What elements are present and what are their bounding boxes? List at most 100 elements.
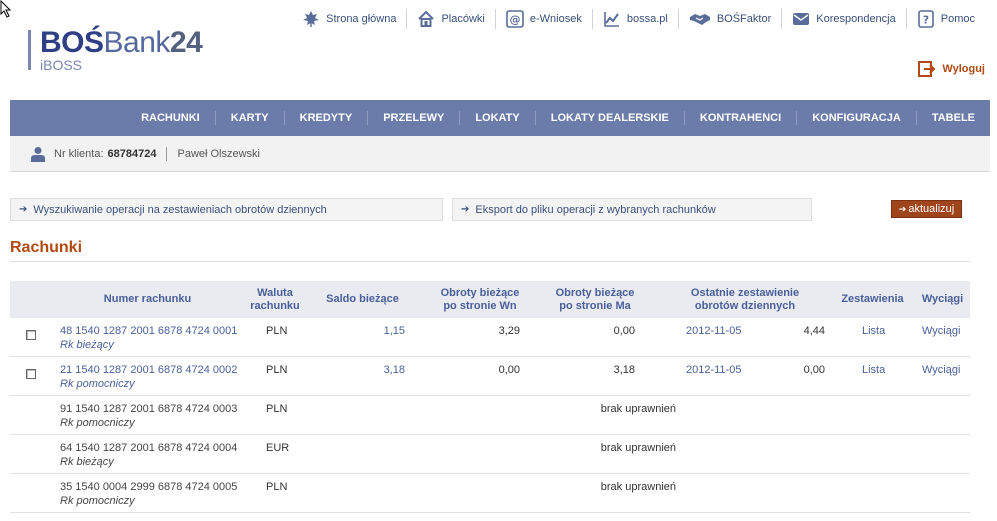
user-icon (31, 146, 45, 162)
table-header: Numer rachunku Waluta rachunku Saldo bież… (10, 281, 970, 318)
logo-bar (28, 30, 31, 70)
mouse-cursor-icon (0, 0, 12, 18)
table-row: 21 1540 1287 2001 6878 4724 0002 Rk pomo… (10, 357, 970, 396)
refresh-button[interactable]: ➔ aktualizuj (891, 200, 962, 218)
envelope-icon (793, 13, 810, 25)
separator (166, 146, 168, 161)
export-operations-link[interactable]: ➔ Eksport do pliku operacji z wybranych … (452, 198, 812, 221)
account-number: 35 1540 0004 2999 6878 4724 0005 (60, 481, 238, 493)
top-link-bossa[interactable]: bossa.pl (591, 9, 678, 29)
debit-turnover: 0,00 (498, 364, 520, 376)
svg-text:@: @ (509, 13, 520, 26)
client-name: Paweł Olszewski (177, 147, 261, 160)
refresh-label: aktualizuj (908, 203, 955, 215)
top-link-correspondence[interactable]: Korespondencja (781, 9, 906, 29)
statements-list-link[interactable]: Lista (862, 325, 885, 337)
no-permission-status: brak uprawnień (600, 403, 676, 415)
account-number: 64 1540 1287 2001 6878 4724 0004 (60, 442, 238, 454)
accounts-table: Numer rachunku Waluta rachunku Saldo bież… (10, 281, 970, 513)
export-operations-label: Eksport do pliku operacji z wybranych ra… (475, 203, 716, 216)
balance: 3,18 (383, 364, 405, 376)
credit-turnover: 3,18 (613, 364, 635, 376)
top-link-label: Korespondencja (816, 13, 896, 25)
account-type: Rk pomocniczy (60, 378, 135, 390)
account-type: Rk pomocniczy (60, 495, 135, 507)
currency: PLN (266, 403, 288, 415)
select-checkbox[interactable] (26, 330, 36, 340)
page-title: Rachunki (10, 239, 83, 256)
arrow-right-icon: ➔ (898, 203, 907, 214)
header-extracts[interactable]: Wyciągi (915, 281, 970, 318)
currency: PLN (266, 364, 288, 376)
search-operations-label: Wyszukiwanie operacji na zestawieniach o… (33, 203, 327, 216)
header-last-statement[interactable]: Ostatnie zestawienie obrotów dziennych (670, 281, 820, 318)
logout-icon (918, 61, 936, 77)
header-statements[interactable]: Zestawienia (835, 281, 910, 318)
currency: PLN (266, 325, 288, 337)
logout-button[interactable]: Wyloguj (918, 60, 985, 78)
top-link-label: Pomoc (940, 13, 975, 25)
header-account-number[interactable]: Numer rachunku (60, 281, 235, 318)
table-row: 48 1540 1287 2001 6878 4724 0001 Rk bież… (10, 318, 970, 357)
client-info-bar: Nr klienta: 68784724 Paweł Olszewski (10, 136, 990, 172)
nav-item-loans[interactable]: KREDYTY (283, 111, 368, 125)
balance: 1,15 (383, 325, 405, 337)
table-row: 64 1540 1287 2001 6878 4724 0004 Rk bież… (10, 435, 970, 474)
client-number-label: Nr klienta: (54, 147, 104, 160)
extracts-link[interactable]: Wyciągi (922, 325, 960, 337)
top-links: Strona główna Placówki @ e-Wniosek bossa… (292, 8, 985, 30)
top-link-label: BOŚFaktor (716, 13, 772, 25)
maple-leaf-icon (303, 11, 320, 27)
nav-item-transfers[interactable]: PRZELEWY (367, 111, 459, 125)
credit-turnover: 0,00 (613, 325, 635, 337)
header-balance[interactable]: Saldo bieżące (320, 281, 405, 318)
nav-item-accounts[interactable]: RACHUNKI (126, 111, 215, 125)
logout-label: Wyloguj (942, 63, 985, 75)
handshake-icon (689, 14, 710, 25)
extracts-link[interactable]: Wyciągi (922, 364, 960, 376)
nav-item-cards[interactable]: KARTY (214, 111, 284, 125)
top-link-help[interactable]: ? Pomoc (905, 9, 985, 29)
no-permission-status: brak uprawnień (600, 442, 676, 454)
last-statement-date-link[interactable]: 2012-11-05 (686, 325, 741, 337)
at-sign-icon: @ (506, 10, 524, 28)
currency: PLN (266, 481, 288, 493)
arrow-right-icon: ➔ (461, 204, 470, 215)
header-currency[interactable]: Waluta rachunku (240, 281, 310, 318)
last-statement-value: 4,44 (803, 325, 825, 337)
logo-text: BOŚBank24 (40, 26, 203, 59)
header-debit-turnover[interactable]: Obroty bieżące po stronie Wn (425, 281, 535, 318)
select-checkbox[interactable] (26, 369, 36, 379)
header-credit-turnover[interactable]: Obroty bieżące po stronie Ma (540, 281, 650, 318)
search-operations-link[interactable]: ➔ Wyszukiwanie operacji na zestawieniach… (10, 198, 443, 221)
svg-text:?: ? (923, 14, 929, 27)
home-icon (418, 10, 435, 27)
top-link-home-page[interactable]: Strona główna (292, 9, 406, 29)
top-link-label: Placówki (441, 13, 485, 25)
top-link-label: e-Wniosek (529, 13, 582, 25)
top-link-bosfaktor[interactable]: BOŚFaktor (677, 9, 781, 29)
no-permission-status: brak uprawnień (600, 481, 676, 493)
debit-turnover: 3,29 (498, 325, 520, 337)
arrow-right-icon: ➔ (19, 204, 28, 215)
nav-item-deposits[interactable]: LOKATY (459, 111, 534, 125)
account-type: Rk pomocniczy (60, 417, 135, 429)
account-number-link[interactable]: 21 1540 1287 2001 6878 4724 0002 (60, 364, 237, 376)
nav-item-dealer-deposits[interactable]: LOKATY DEALERSKIE (534, 111, 684, 125)
currency: EUR (266, 442, 290, 454)
bank-logo[interactable]: BOŚBank24 iBOSS (28, 26, 218, 74)
statements-list-link[interactable]: Lista (862, 364, 885, 376)
last-statement-date-link[interactable]: 2012-11-05 (686, 364, 741, 376)
top-link-e-application[interactable]: @ e-Wniosek (494, 9, 592, 29)
top-link-branches[interactable]: Placówki (406, 9, 494, 29)
nav-item-configuration[interactable]: KONFIGURACJA (796, 111, 916, 125)
account-type: Rk bieżący (60, 339, 114, 351)
nav-item-tables[interactable]: TABELE (915, 111, 990, 125)
nav-item-contractors[interactable]: KONTRAHENCI (683, 111, 796, 125)
account-number-link[interactable]: 48 1540 1287 2001 6878 4724 0001 (60, 325, 237, 337)
account-type: Rk bieżący (60, 456, 114, 468)
chart-icon (604, 12, 619, 27)
client-number: 68784724 (107, 147, 157, 160)
top-link-label: bossa.pl (626, 13, 668, 25)
table-row: 91 1540 1287 2001 6878 4724 0003 Rk pomo… (10, 396, 970, 435)
